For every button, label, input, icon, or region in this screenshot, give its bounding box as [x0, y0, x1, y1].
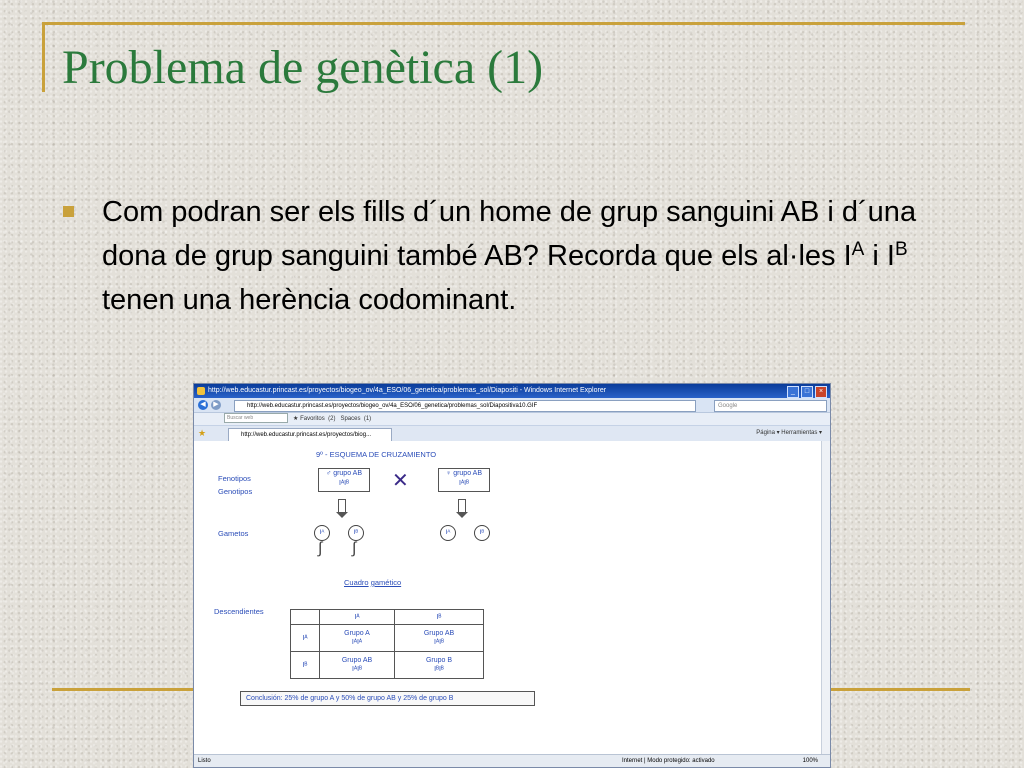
punnett-caption: Cuadro gamético: [344, 578, 401, 587]
cell-bb-phenotype: Grupo B: [425, 657, 453, 664]
slide-body-text: Com podran ser els fills d´un home de gr…: [102, 190, 982, 322]
male-phenotype: ♂ grupo AB: [326, 470, 362, 477]
punnett-cell-ab: Grupo AB IᴬIᴮ: [394, 624, 484, 652]
label-descendientes: Descendientes: [214, 607, 264, 616]
spaces-count: (1): [363, 416, 372, 422]
punnett-cell-aa: Grupo A IᴬIᴬ: [319, 624, 395, 652]
punnett-row-b: Iᴮ: [290, 651, 320, 679]
cell-ab-phenotype: Grupo AB: [423, 630, 455, 637]
tab-active[interactable]: http://web.educastur.princast.es/proyect…: [228, 428, 392, 441]
cell-aa-genotype: IᴬIᴬ: [351, 639, 363, 646]
star-icon[interactable]: ★: [293, 416, 298, 422]
status-zone: Internet | Modo protegido: activado: [622, 758, 715, 764]
cross-icon: ✕: [392, 470, 409, 492]
links-toolbar: Buscar web ★ Favoritos (2) Spaces (1): [194, 413, 830, 426]
sup-a: A: [851, 239, 865, 260]
favorites-count: (2): [328, 416, 336, 422]
label-fenotipos: Fenotipos: [218, 474, 251, 483]
links-search-input[interactable]: Buscar web: [224, 413, 288, 424]
male-genotype: IᴬIᴮ: [339, 480, 349, 487]
cell-bb-genotype: IᴮIᴮ: [434, 666, 444, 673]
body-text-part1: Com podran ser els fills d´un home de gr…: [102, 196, 917, 272]
status-text: Listo: [198, 758, 211, 764]
punnett-col-a: Iᴬ: [319, 609, 395, 625]
favorites-star-icon[interactable]: ★: [198, 428, 206, 439]
body-text-part3: tenen una herència codominant.: [102, 284, 517, 316]
label-genotipos: Genotipos: [218, 487, 253, 496]
cell-ba-phenotype: Grupo AB: [341, 657, 373, 664]
gametico-link[interactable]: gamético: [371, 578, 401, 587]
female-parent-box: ♀ grupo AB IᴬIᴮ: [438, 468, 490, 492]
gamete-male-b: Iᴮ: [348, 525, 364, 541]
sperm-tail-icon: ∫: [352, 540, 357, 557]
zoom-level[interactable]: 100%: [803, 755, 818, 767]
gamete-female-b: Iᴮ: [474, 525, 490, 541]
diagram-heading: 9º - ESQUEMA DE CRUZAMIENTO: [316, 450, 437, 459]
male-arrow-icon: [336, 499, 348, 518]
female-genotype: IᴬIᴮ: [459, 480, 469, 487]
frame-left-line: [42, 22, 45, 92]
frame-top-line: [45, 22, 965, 25]
punnett-cell-ba: Grupo AB IᴬIᴮ: [319, 651, 395, 679]
address-bar-row: ◀ ▶ http://web.educastur.princast.es/pro…: [194, 398, 830, 413]
cell-ab-genotype: IᴬIᴮ: [434, 639, 444, 646]
bullet-icon: [63, 206, 74, 217]
female-arrow-icon: [456, 499, 468, 518]
browser-title-bar: http://web.educastur.princast.es/proyect…: [194, 384, 830, 398]
cuadro-link[interactable]: Cuadro: [344, 578, 369, 587]
status-bar: Listo Internet | Modo protegido: activad…: [194, 754, 830, 767]
punnett-corner: [290, 609, 320, 625]
minimize-icon[interactable]: _: [787, 386, 799, 398]
address-input[interactable]: http://web.educastur.princast.es/proyect…: [234, 400, 696, 412]
page-content: 9º - ESQUEMA DE CRUZAMIENTO Fenotipos Ge…: [194, 441, 830, 756]
punnett-cell-bb: Grupo B IᴮIᴮ: [394, 651, 484, 679]
conclusion-box: Conclusión: 25% de grupo A y 50% de grup…: [240, 691, 535, 706]
cell-aa-phenotype: Grupo A: [344, 630, 370, 637]
search-input[interactable]: Google: [714, 400, 827, 412]
cell-ba-genotype: IᴬIᴮ: [352, 666, 362, 673]
punnett-col-b: Iᴮ: [394, 609, 484, 625]
sup-b: B: [894, 239, 908, 260]
vertical-scrollbar[interactable]: [821, 441, 830, 756]
female-phenotype: ♀ grupo AB: [446, 470, 482, 477]
label-gametos: Gametos: [218, 529, 249, 538]
close-icon[interactable]: ×: [815, 386, 827, 398]
forward-icon[interactable]: ▶: [211, 400, 221, 410]
page-tools-menu[interactable]: Página ▾ Herramientas ▾: [756, 429, 822, 436]
body-text-part2: i I: [864, 240, 895, 272]
punnett-square: Iᴬ Iᴮ Iᴬ Grupo A IᴬIᴬ Grupo AB IᴬIᴮ Iᴮ Gru…: [290, 609, 484, 679]
spaces-link[interactable]: Spaces: [340, 416, 360, 422]
favorites-link[interactable]: Favoritos: [300, 416, 325, 422]
slide-title: Problema de genètica (1): [62, 41, 544, 94]
male-parent-box: ♂ grupo AB IᴬIᴮ: [318, 468, 370, 492]
sperm-tail-icon: ∫: [318, 540, 323, 557]
gamete-male-a: Iᴬ: [314, 525, 330, 541]
browser-title-text: http://web.educastur.princast.es/proyect…: [208, 387, 607, 394]
gamete-female-a: Iᴬ: [440, 525, 456, 541]
embedded-browser-screenshot: http://web.educastur.princast.es/proyect…: [193, 383, 831, 768]
maximize-icon[interactable]: □: [801, 386, 813, 398]
ie-logo-icon: [197, 387, 205, 395]
punnett-row-a: Iᴬ: [290, 624, 320, 652]
back-icon[interactable]: ◀: [198, 400, 208, 410]
